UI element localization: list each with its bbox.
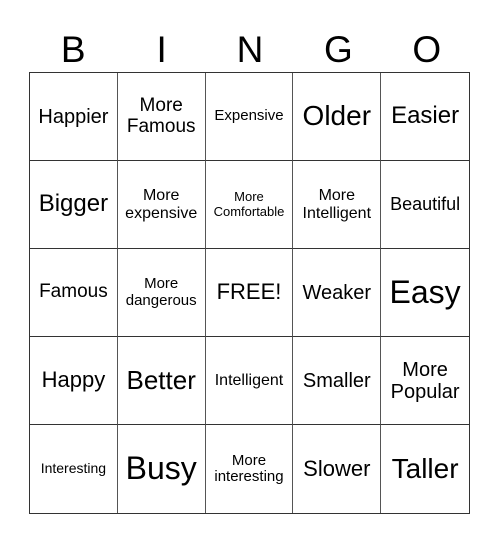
bingo-cell[interactable]: More Famous — [117, 73, 206, 161]
bingo-cell[interactable]: More Intelligent — [293, 161, 382, 249]
bingo-cell[interactable]: Interesting — [30, 425, 118, 513]
bingo-cell[interactable]: Taller — [381, 425, 469, 513]
bingo-cell[interactable]: More expensive — [117, 161, 206, 249]
bingo-cell[interactable]: Beautiful — [381, 161, 469, 249]
free-space[interactable]: FREE! — [205, 249, 294, 337]
bingo-cell[interactable]: Intelligent — [205, 337, 294, 425]
bingo-cell[interactable]: Happy — [30, 337, 118, 425]
bingo-cell[interactable]: Happier — [30, 73, 118, 161]
bingo-cell[interactable]: Weaker — [293, 249, 382, 337]
bingo-header: B I N G O — [29, 28, 471, 72]
header-letter-g: G — [323, 29, 353, 70]
bingo-cell[interactable]: More Popular — [381, 337, 469, 425]
bingo-cell[interactable]: Older — [293, 73, 382, 161]
bingo-cell[interactable]: Bigger — [30, 161, 118, 249]
bingo-cell[interactable]: Famous — [30, 249, 118, 337]
bingo-cell[interactable]: Expensive — [205, 73, 294, 161]
bingo-cell[interactable]: Better — [117, 337, 206, 425]
bingo-cell[interactable]: Easier — [381, 73, 469, 161]
bingo-cell[interactable]: Easy — [381, 249, 469, 337]
bingo-cell[interactable]: Smaller — [293, 337, 382, 425]
bingo-cell[interactable]: Busy — [118, 425, 206, 513]
bingo-cell[interactable]: More interesting — [206, 425, 294, 513]
header-letter-o: O — [412, 29, 442, 70]
header-letter-n: N — [236, 29, 264, 70]
bingo-cell[interactable]: More dangerous — [117, 249, 206, 337]
header-letter-i: I — [156, 29, 167, 70]
header-letter-b: B — [60, 29, 86, 70]
bingo-cell[interactable]: More Comfortable — [205, 161, 294, 249]
bingo-card-grid: Happier More Famous Expensive Older Easi… — [29, 72, 470, 514]
bingo-cell[interactable]: Slower — [293, 425, 382, 513]
